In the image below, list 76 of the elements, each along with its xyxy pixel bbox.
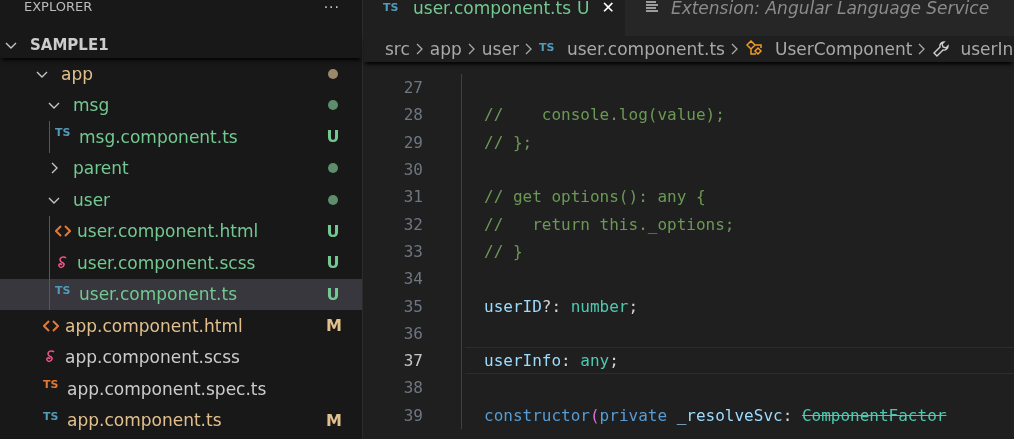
git-status: M bbox=[326, 410, 340, 430]
breadcrumb-item[interactable]: app bbox=[429, 39, 462, 59]
explorer-title: EXPLORER bbox=[24, 0, 93, 14]
file-name: user.component.scss bbox=[77, 252, 257, 273]
editor-tab[interactable]: TS user.component.ts U ✕ bbox=[363, 0, 625, 36]
line-number: 30 bbox=[402, 160, 423, 180]
folder-name: app bbox=[61, 63, 94, 84]
breadcrumb-item[interactable]: UserComponent bbox=[774, 39, 913, 59]
file-item[interactable]: TS app.component.spec.ts bbox=[0, 373, 362, 405]
file-item[interactable]: TS app.component.ts M bbox=[0, 404, 362, 436]
folder-name: user bbox=[73, 189, 112, 210]
file-item[interactable]: app.component.html M bbox=[0, 310, 362, 342]
file-name: app.component.html bbox=[65, 315, 244, 336]
git-status: M bbox=[326, 316, 340, 336]
breadcrumb-item[interactable]: user bbox=[481, 39, 519, 59]
line-number: 38 bbox=[402, 378, 423, 398]
file-name: user.component.ts bbox=[79, 284, 239, 305]
code-brackets-icon bbox=[43, 318, 59, 333]
breadcrumb-item[interactable]: user.component.ts bbox=[566, 39, 725, 59]
typescript-file-icon: TS bbox=[538, 42, 559, 54]
workspace-header[interactable]: SAMPLE1 bbox=[0, 32, 362, 58]
code-line: // return this._options; bbox=[484, 214, 735, 234]
line-number: 31 bbox=[402, 187, 423, 207]
editor-tab[interactable]: Extension: Angular Language Service bbox=[624, 0, 1014, 36]
class-icon bbox=[744, 40, 765, 58]
file-item[interactable]: app.component.scss bbox=[0, 341, 362, 373]
more-actions-button[interactable]: ··· bbox=[323, 0, 340, 14]
code-line: // get options(): any { bbox=[484, 187, 706, 207]
line-number: 34 bbox=[402, 269, 423, 289]
file-item[interactable]: TS user.component.ts U bbox=[0, 278, 362, 310]
line-number: 28 bbox=[402, 105, 423, 125]
git-status: U bbox=[326, 221, 340, 241]
workspace-name: SAMPLE1 bbox=[30, 36, 109, 54]
line-number: 35 bbox=[402, 296, 423, 316]
code-line: // }; bbox=[484, 132, 533, 152]
line-number: 29 bbox=[402, 132, 423, 152]
folder-item[interactable]: app bbox=[0, 58, 362, 90]
file-name: app.component.ts bbox=[67, 410, 223, 431]
code-line: userID?: number; bbox=[484, 296, 639, 316]
folder-item[interactable]: parent bbox=[0, 152, 362, 184]
close-button[interactable]: ✕ bbox=[601, 0, 615, 16]
folder-item[interactable]: msg bbox=[0, 89, 362, 121]
line-number: 33 bbox=[402, 241, 423, 261]
line-number: 39 bbox=[402, 405, 423, 425]
file-name: app.component.scss bbox=[65, 347, 241, 368]
line-number: 36 bbox=[402, 323, 423, 343]
document-lines-icon bbox=[644, 0, 659, 14]
typescript-file-icon: TS bbox=[43, 379, 63, 391]
git-status: U bbox=[577, 0, 590, 16]
code-line: constructor(private _resolveSvc: ComponentFactor bbox=[484, 405, 947, 425]
line-number: 37 bbox=[402, 351, 423, 371]
code-line: userInfo: any; bbox=[484, 351, 619, 371]
typescript-file-icon: TS bbox=[55, 127, 75, 139]
file-name: user.component.html bbox=[77, 221, 260, 242]
git-status: U bbox=[326, 253, 340, 273]
file-item[interactable]: user.component.html U bbox=[0, 215, 362, 247]
file-item[interactable]: user.component.scss U bbox=[0, 247, 362, 279]
code-brackets-icon bbox=[55, 224, 71, 239]
typescript-file-icon: TS bbox=[43, 410, 63, 423]
folder-name: msg bbox=[73, 95, 111, 116]
code-line: // } bbox=[484, 241, 523, 261]
folder-item[interactable]: user bbox=[0, 184, 362, 216]
file-name: app.component.spec.ts bbox=[67, 378, 268, 399]
breadcrumb-item[interactable]: src bbox=[385, 39, 410, 59]
line-number: 32 bbox=[402, 214, 423, 234]
code-line: // console.log(value); bbox=[484, 105, 725, 125]
folder-name: parent bbox=[73, 158, 130, 179]
typescript-file-icon: TS bbox=[383, 2, 403, 14]
file-name: msg.component.ts bbox=[79, 126, 239, 147]
wrench-icon bbox=[932, 40, 951, 58]
file-item[interactable]: TS msg.component.ts U bbox=[0, 121, 362, 153]
git-status: U bbox=[326, 127, 340, 147]
typescript-file-icon: TS bbox=[55, 284, 75, 297]
line-number: 27 bbox=[402, 78, 423, 98]
git-status: U bbox=[326, 284, 340, 304]
breadcrumb-item[interactable]: userIn bbox=[960, 39, 1014, 59]
